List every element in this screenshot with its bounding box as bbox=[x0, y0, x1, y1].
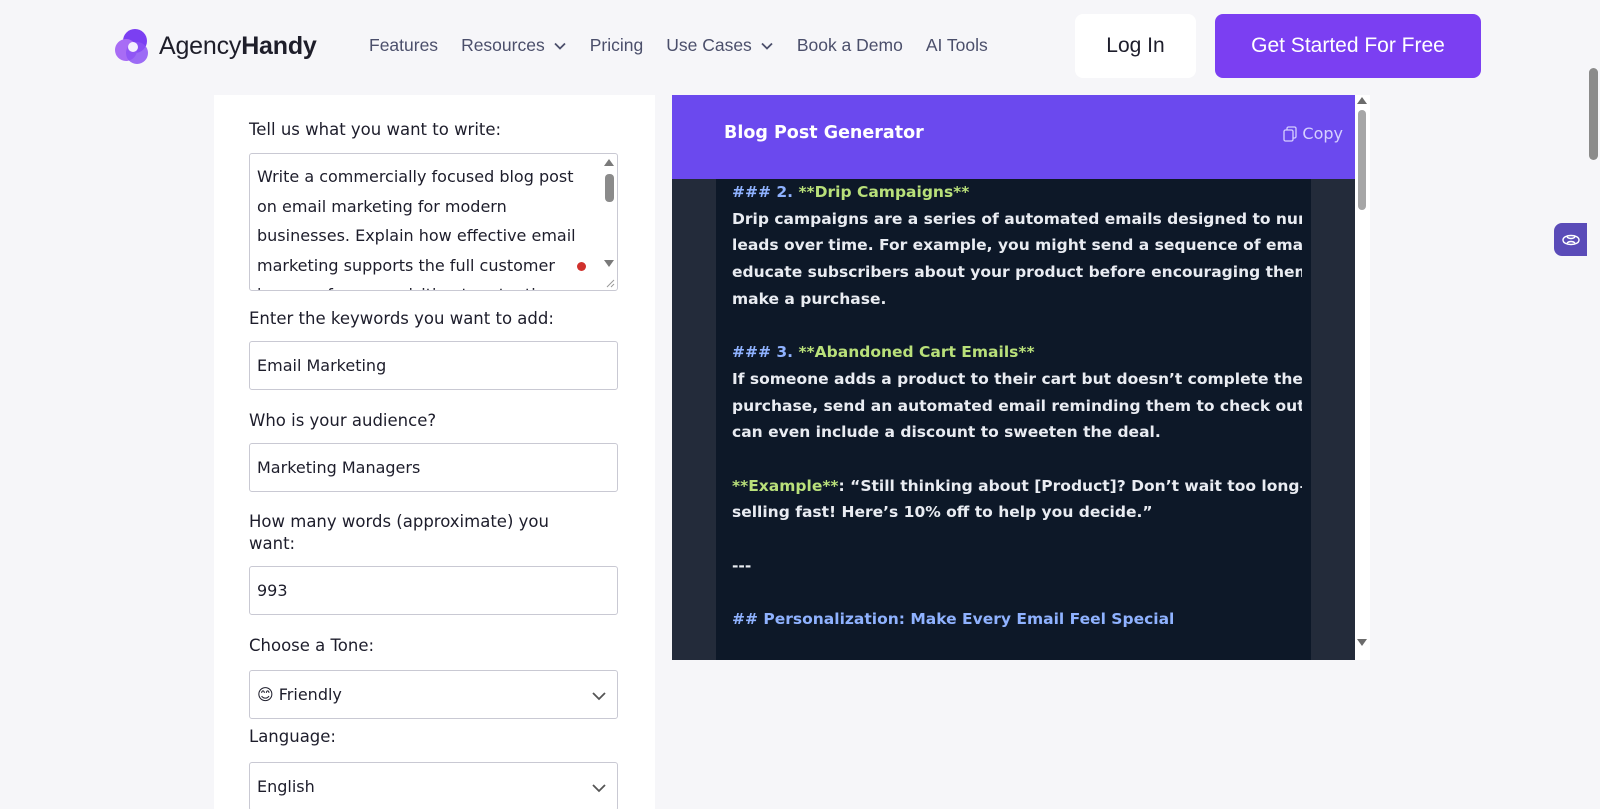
chevron-down-icon bbox=[592, 784, 606, 793]
logo-mark-icon bbox=[115, 29, 148, 64]
get-started-button[interactable]: Get Started For Free bbox=[1215, 14, 1481, 78]
word-count-value: 993 bbox=[257, 581, 288, 600]
page-scrollbar[interactable] bbox=[1587, 60, 1600, 809]
language-select[interactable]: English bbox=[249, 762, 618, 809]
keywords-label: Enter the keywords you want to add: bbox=[249, 309, 554, 328]
tone-value: 😊 Friendly bbox=[257, 685, 342, 704]
scroll-down-icon[interactable] bbox=[604, 260, 614, 268]
language-value: English bbox=[257, 777, 315, 796]
login-button[interactable]: Log In bbox=[1075, 14, 1196, 78]
output-line: --- bbox=[732, 556, 752, 575]
output-line: selling fast! Here’s 10% off to help you… bbox=[732, 503, 1153, 522]
output-line: leads over time. For example, you might … bbox=[732, 236, 1302, 255]
output-line: Drip campaigns are a series of automated… bbox=[732, 209, 1302, 228]
output-scrollbar[interactable] bbox=[1355, 95, 1370, 660]
nav-features[interactable]: Features bbox=[369, 35, 438, 56]
nav-book-demo[interactable]: Book a Demo bbox=[797, 35, 903, 56]
generator-output-panel: Blog Post Generator Copy ### 2. **Drip C… bbox=[672, 95, 1355, 660]
brand-name: AgencyHandy bbox=[159, 31, 317, 60]
main-nav: Features Resources Pricing Use Cases Boo… bbox=[369, 35, 988, 56]
generated-blog-text[interactable]: ### 2. **Drip Campaigns** Drip campaigns … bbox=[732, 179, 1302, 660]
generator-header: Blog Post Generator Copy bbox=[672, 95, 1355, 179]
word-count-input[interactable]: 993 bbox=[249, 566, 618, 615]
scroll-up-icon[interactable] bbox=[604, 158, 614, 166]
copy-icon bbox=[1283, 125, 1298, 142]
nav-ai-tools[interactable]: AI Tools bbox=[926, 35, 988, 56]
audience-value: Marketing Managers bbox=[257, 458, 421, 477]
copy-label: Copy bbox=[1302, 124, 1343, 143]
output-line: purchase, send an automated email remind… bbox=[732, 396, 1302, 415]
editor-gutter-left bbox=[672, 179, 716, 660]
audience-label: Who is your audience? bbox=[249, 411, 437, 430]
language-label: Language: bbox=[249, 727, 336, 746]
prompt-textarea[interactable]: Write a commercially focused blog post o… bbox=[249, 153, 618, 291]
output-line: ### 3. **Abandoned Cart Emails** bbox=[732, 343, 1035, 362]
output-line: educate subscribers about your product b… bbox=[732, 263, 1302, 282]
scroll-down-icon[interactable] bbox=[1357, 639, 1367, 646]
brand-logo[interactable]: AgencyHandy bbox=[113, 26, 317, 66]
chevron-down-icon bbox=[761, 42, 773, 50]
generator-form: Tell us what you want to write: Write a … bbox=[214, 95, 655, 809]
tone-select[interactable]: 😊 Friendly bbox=[249, 670, 618, 719]
spellcheck-dot-icon bbox=[577, 262, 586, 271]
chevron-down-icon bbox=[554, 42, 566, 50]
nav-pricing[interactable]: Pricing bbox=[590, 35, 644, 56]
output-line: make a purchase. bbox=[732, 289, 887, 308]
output-line: ## Personalization: Make Every Email Fee… bbox=[732, 610, 1175, 628]
brain-icon bbox=[1561, 234, 1580, 245]
textarea-scroll-thumb[interactable] bbox=[605, 174, 614, 202]
textarea-scrollbar[interactable] bbox=[601, 154, 617, 290]
copy-button[interactable]: Copy bbox=[1283, 124, 1343, 143]
tone-label: Choose a Tone: bbox=[249, 636, 375, 655]
output-line: If someone adds a product to their cart … bbox=[732, 369, 1302, 388]
keywords-input[interactable]: Email Marketing bbox=[249, 341, 618, 390]
editor-gutter-right bbox=[1311, 179, 1355, 660]
audience-input[interactable]: Marketing Managers bbox=[249, 443, 618, 492]
chevron-down-icon bbox=[592, 692, 606, 701]
keywords-value: Email Marketing bbox=[257, 356, 387, 375]
ai-brain-widget[interactable] bbox=[1554, 223, 1587, 256]
site-header: AgencyHandy Features Resources Pricing U… bbox=[0, 0, 1600, 95]
resize-handle-icon[interactable] bbox=[606, 279, 615, 288]
generator-title: Blog Post Generator bbox=[724, 123, 924, 143]
scroll-up-icon[interactable] bbox=[1357, 97, 1367, 104]
nav-resources[interactable]: Resources bbox=[461, 35, 567, 56]
prompt-label: Tell us what you want to write: bbox=[249, 120, 502, 139]
page-scroll-thumb[interactable] bbox=[1589, 68, 1598, 160]
nav-use-cases[interactable]: Use Cases bbox=[666, 35, 774, 56]
output-line: **Example**: “Still thinking about [Prod… bbox=[732, 476, 1302, 495]
output-line: ### 2. **Drip Campaigns** bbox=[732, 183, 970, 201]
output-scroll-thumb[interactable] bbox=[1358, 110, 1366, 210]
words-label: How many words (approximate) you want: bbox=[249, 512, 549, 553]
output-line: can even include a discount to sweeten t… bbox=[732, 423, 1161, 442]
prompt-text: Write a commercially focused blog post o… bbox=[257, 167, 576, 290]
